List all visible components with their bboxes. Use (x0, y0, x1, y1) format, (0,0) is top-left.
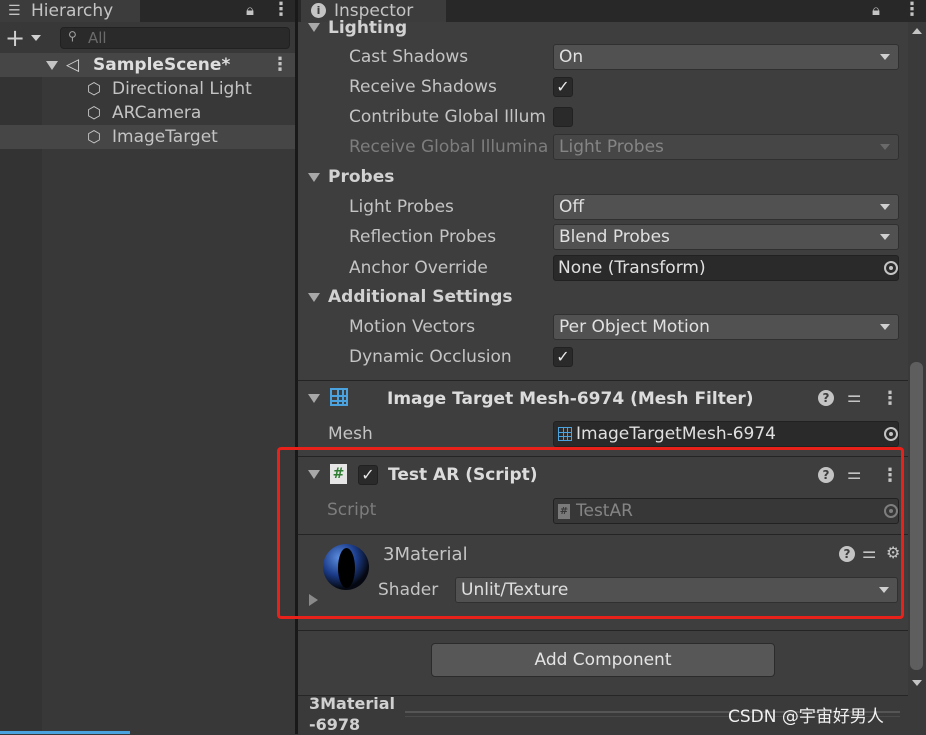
add-component-button[interactable]: Add Component (431, 643, 775, 677)
hierarchy-item-selected[interactable]: ⬡ ImageTarget (0, 125, 295, 149)
tab-hierarchy[interactable]: ☰ Hierarchy (0, 0, 140, 22)
receive-gi-value: Light Probes (559, 137, 664, 157)
hierarchy-item-label: Directional Light (112, 79, 252, 99)
scrollbar-thumb[interactable] (910, 362, 923, 670)
cast-shadows-value: On (559, 47, 584, 67)
foldout-arrow-icon[interactable] (308, 293, 320, 302)
mesh-filter-header[interactable]: Image Target Mesh-6974 (Mesh Filter) ? ⚌… (298, 380, 908, 417)
receive-shadows-label: Receive Shadows (349, 77, 497, 97)
section-divider (298, 630, 908, 631)
list-icon: ☰ (8, 3, 21, 19)
search-icon: ⚲ (68, 29, 77, 43)
hierarchy-gutter (0, 54, 42, 734)
cast-shadows-label: Cast Shadows (349, 47, 469, 67)
mesh-value: ImageTargetMesh-6974 (576, 424, 776, 444)
dynamic-occlusion-checkbox[interactable]: ✓ (553, 347, 573, 367)
additional-settings-header[interactable]: Additional Settings (328, 282, 513, 312)
component-menu-icon[interactable]: ⋮ (881, 390, 899, 408)
chevron-down-icon (880, 204, 890, 210)
lighting-header[interactable]: Lighting (328, 13, 407, 43)
add-plus-icon[interactable]: + (5, 24, 25, 52)
object-picker-icon[interactable] (884, 427, 898, 441)
footer-material-name: 3Material (309, 694, 396, 713)
preset-sliders-icon[interactable]: ⚌ (847, 387, 861, 406)
lock-icon[interactable]: 🔒︎ (246, 0, 254, 20)
light-probes-dropdown[interactable]: Off (553, 194, 899, 220)
anchor-override-label: Anchor Override (349, 258, 488, 278)
dynamic-occlusion-label: Dynamic Occlusion (349, 347, 512, 367)
receive-shadows-checkbox[interactable]: ✓ (553, 77, 573, 97)
search-input[interactable]: ⚲ All (60, 27, 290, 49)
probes-header[interactable]: Probes (328, 162, 394, 192)
chevron-down-icon (880, 144, 890, 150)
anchor-override-field[interactable]: None (Transform) (553, 255, 899, 281)
cast-shadows-dropdown[interactable]: On (553, 44, 899, 70)
foldout-arrow-icon[interactable] (46, 61, 58, 70)
hierarchy-item[interactable]: ⬡ ARCamera (0, 101, 295, 125)
reflection-probes-dropdown[interactable]: Blend Probes (553, 224, 899, 250)
checkmark-icon: ✓ (556, 347, 570, 366)
foldout-arrow-icon[interactable] (308, 173, 320, 182)
foldout-arrow-icon[interactable] (308, 394, 320, 403)
mesh-grid-icon (330, 388, 348, 406)
highlight-annotation-box (277, 447, 904, 619)
help-icon[interactable]: ? (818, 390, 834, 406)
scene-menu-icon[interactable]: ⋮ (271, 56, 289, 74)
light-probes-label: Light Probes (349, 197, 454, 217)
unity-scene-icon: ◁ (66, 55, 80, 75)
scene-name: SampleScene* (93, 55, 231, 75)
chevron-down-icon[interactable] (31, 35, 41, 41)
cube-icon: ⬡ (87, 103, 101, 122)
cube-icon: ⬡ (87, 79, 101, 98)
anchor-override-value: None (Transform) (558, 258, 706, 278)
search-placeholder: All (88, 29, 107, 47)
hierarchy-item[interactable]: ⬡ Directional Light (0, 77, 295, 101)
info-icon: i (311, 3, 326, 18)
scroll-down-icon[interactable] (912, 680, 922, 686)
mesh-grid-icon (558, 427, 572, 441)
checkmark-icon: ✓ (556, 77, 570, 96)
hierarchy-tab-label: Hierarchy (31, 1, 114, 21)
mesh-filter-title: Image Target Mesh-6974 (Mesh Filter) (387, 389, 754, 409)
motion-vectors-dropdown[interactable]: Per Object Motion (553, 314, 899, 340)
chevron-down-icon (880, 54, 890, 60)
more-menu-icon[interactable]: ⋮ (272, 1, 290, 19)
more-menu-icon[interactable]: ⋮ (903, 1, 921, 19)
receive-gi-dropdown: Light Probes (553, 134, 899, 160)
chevron-down-icon (880, 324, 890, 330)
reflection-probes-label: Reflection Probes (349, 227, 497, 247)
receive-gi-label: Receive Global Illumina (349, 137, 549, 157)
object-picker-icon[interactable] (884, 261, 898, 275)
watermark-text: CSDN @宇宙好男人 (728, 707, 884, 727)
contribute-gi-checkbox[interactable] (553, 107, 573, 127)
hierarchy-item-label: ARCamera (112, 103, 202, 123)
scroll-up-icon[interactable] (912, 28, 922, 34)
hierarchy-item-label: ImageTarget (112, 127, 218, 147)
mesh-field[interactable]: ImageTargetMesh-6974 (553, 421, 899, 447)
reflection-probes-value: Blend Probes (559, 227, 670, 247)
footer-material-id: -6978 (309, 715, 361, 734)
motion-vectors-value: Per Object Motion (559, 317, 710, 337)
light-probes-value: Off (559, 197, 585, 217)
lock-icon[interactable]: 🔒︎ (872, 0, 880, 20)
scene-row[interactable]: ◁ SampleScene* ⋮ (0, 53, 295, 77)
mesh-label: Mesh (328, 424, 373, 444)
contribute-gi-label: Contribute Global Illum (349, 107, 546, 127)
foldout-arrow-icon[interactable] (308, 23, 320, 32)
motion-vectors-label: Motion Vectors (349, 317, 476, 337)
cube-icon: ⬡ (87, 127, 101, 146)
chevron-down-icon (880, 234, 890, 240)
